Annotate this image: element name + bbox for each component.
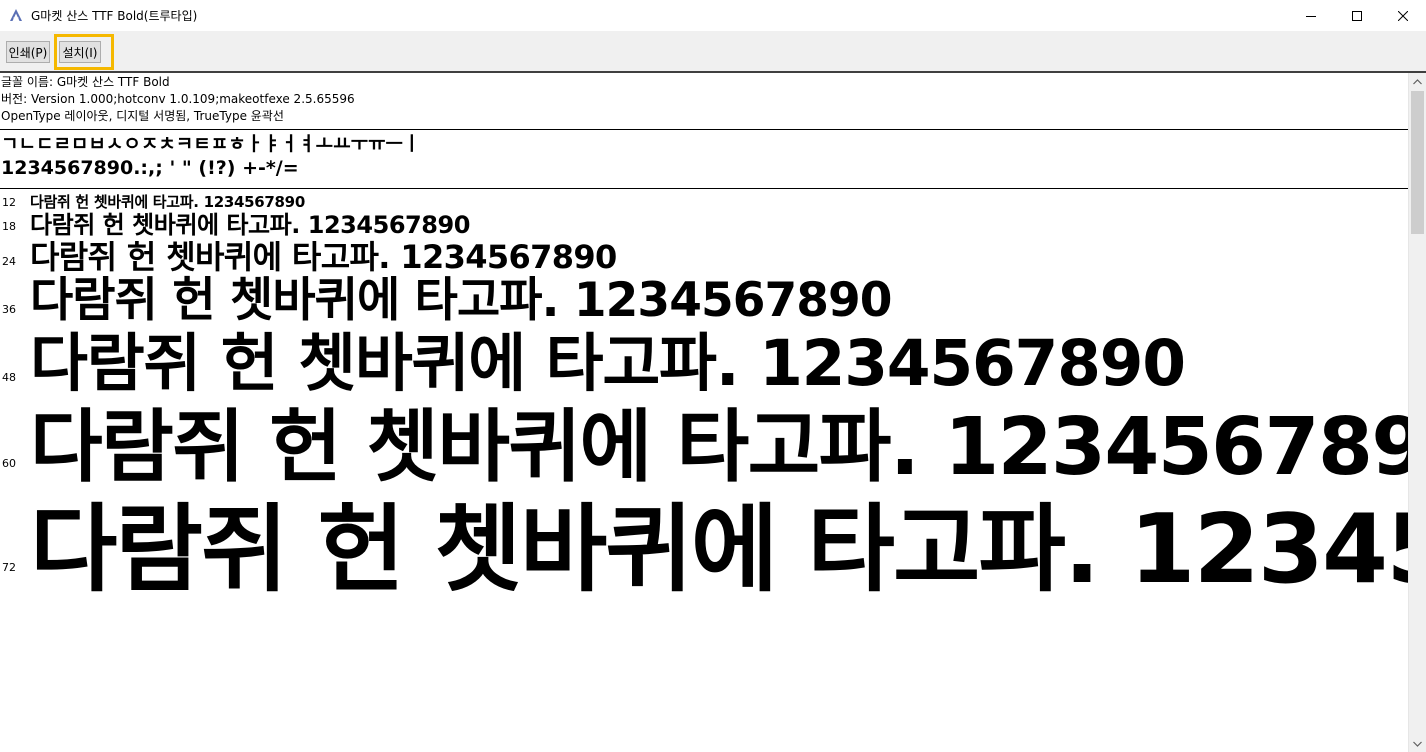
scroll-up-button[interactable] (1409, 73, 1426, 90)
sample-row: 18 다람쥐 헌 쳇바퀴에 타고파. 1234567890 (0, 211, 1408, 239)
digit-charset: 1234567890.:,; ' " (!?) +-*/= (1, 157, 299, 179)
version-line: 버전: Version 1.000;hotconv 1.0.109;makeot… (1, 92, 355, 106)
install-button-highlight (54, 34, 114, 70)
chevron-up-icon (1413, 78, 1422, 84)
chevron-down-icon (1413, 741, 1422, 747)
font-app-icon (10, 9, 22, 21)
minimize-icon (1306, 15, 1316, 17)
print-button[interactable]: 인쇄(P) (6, 41, 50, 63)
font-preview-area: 글꼴 이름: G마켓 산스 TTF Bold 버전: Version 1.000… (0, 73, 1408, 752)
vertical-scrollbar[interactable] (1408, 73, 1426, 752)
sample-text: 다람쥐 헌 쳇바퀴에 타고파. 1234567890 (30, 273, 892, 328)
scroll-down-button[interactable] (1409, 735, 1426, 752)
size-label: 12 (2, 196, 16, 209)
sample-text: 다람쥐 헌 쳇바퀴에 타고파. 1234567890 (30, 211, 470, 239)
sample-text: 다람쥐 헌 쳇바퀴에 타고파. 1234567890 (30, 495, 1408, 605)
size-label: 72 (2, 561, 16, 574)
close-button[interactable] (1380, 0, 1426, 31)
sample-text: 다람쥐 헌 쳇바퀴에 타고파. 1234567890 (30, 327, 1186, 400)
scrollbar-thumb[interactable] (1411, 91, 1424, 234)
sample-text: 다람쥐 헌 쳇바퀴에 타고파. 1234567890 (30, 238, 617, 276)
size-label: 18 (2, 220, 16, 233)
sample-row: 60 다람쥐 헌 쳇바퀴에 타고파. 1234567890 (0, 399, 1408, 495)
size-label: 48 (2, 371, 16, 384)
sample-row: 48 다람쥐 헌 쳇바퀴에 타고파. 1234567890 (0, 329, 1408, 399)
window-title: G마켓 산스 TTF Bold(트루타입) (31, 9, 198, 23)
maximize-button[interactable] (1334, 0, 1380, 31)
sample-row: 24 다람쥐 헌 쳇바퀴에 타고파. 1234567890 (0, 237, 1408, 277)
divider-top (0, 129, 1408, 130)
sample-row: 12 다람쥐 헌 쳇바퀴에 타고파. 1234567890 (0, 193, 1408, 211)
sample-row: 36 다람쥐 헌 쳇바퀴에 타고파. 1234567890 (0, 273, 1408, 329)
hangul-charset: ㄱㄴㄷㄹㅁㅂㅅㅇㅈㅊㅋㅌㅍㅎㅏㅑㅓㅕㅗㅛㅜㅠㅡㅣ (1, 133, 421, 155)
maximize-icon (1352, 10, 1362, 21)
close-icon (1398, 10, 1408, 21)
size-label: 36 (2, 303, 16, 316)
sample-text: 다람쥐 헌 쳇바퀴에 타고파. 1234567890 (30, 401, 1408, 493)
divider-bottom (0, 188, 1408, 189)
size-label: 60 (2, 457, 16, 470)
sample-text: 다람쥐 헌 쳇바퀴에 타고파. 1234567890 (30, 193, 305, 211)
features-line: OpenType 레이아웃, 디지털 서명됨, TrueType 윤곽선 (1, 109, 284, 123)
minimize-button[interactable] (1288, 0, 1334, 31)
sample-row: 72 다람쥐 헌 쳇바퀴에 타고파. 1234567890 (0, 495, 1408, 605)
size-label: 24 (2, 255, 16, 268)
toolbar: 인쇄(P) 설치(I) (0, 31, 1426, 71)
title-bar: G마켓 산스 TTF Bold(트루타입) (0, 0, 1426, 31)
font-name-line: 글꼴 이름: G마켓 산스 TTF Bold (1, 75, 170, 89)
